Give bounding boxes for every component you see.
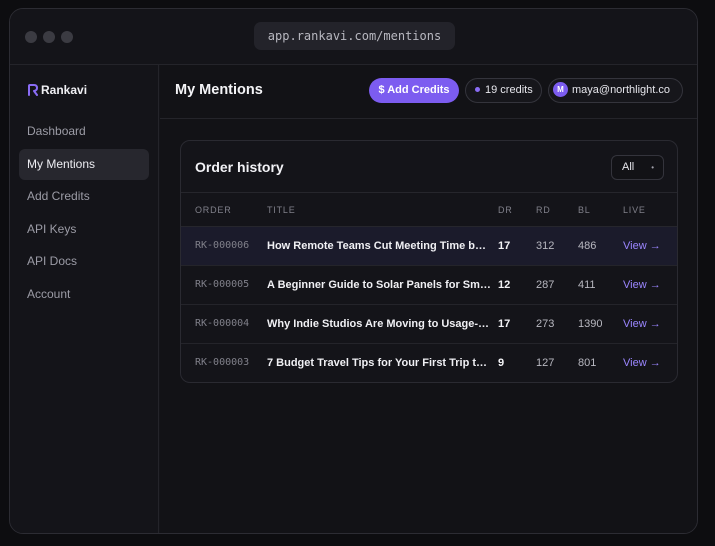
- order-dr: 9: [498, 357, 505, 369]
- app-window: app.rankavi.com/mentions Rankavi Dashboa…: [9, 8, 698, 534]
- table-row[interactable]: RK-000003 7 Budget Travel Tips for Your …: [181, 344, 677, 382]
- user-menu[interactable]: Mmaya@northlight.co: [548, 78, 683, 103]
- order-title: How Remote Teams Cut Meeting Time by Hal…: [267, 240, 491, 252]
- sidebar-item-dashboard[interactable]: Dashboard: [19, 116, 149, 147]
- brand-name: Rankavi: [41, 83, 88, 97]
- column-header-rd: RD: [536, 205, 551, 215]
- rankavi-logo-icon: [28, 84, 38, 96]
- sidebar-item-add-credits[interactable]: Add Credits: [19, 181, 149, 212]
- window-close-dot[interactable]: [25, 31, 37, 43]
- sidebar: Rankavi Dashboard My Mentions Add Credit…: [10, 65, 159, 533]
- orders-table: ORDER TITLE DR RD BL LIVE RK-000006 How …: [181, 192, 677, 382]
- order-id: RK-000005: [195, 279, 250, 290]
- order-bl: 801: [578, 357, 597, 369]
- order-rd: 127: [536, 357, 555, 369]
- sidebar-item-api-keys[interactable]: API Keys: [19, 214, 149, 245]
- column-header-dr: DR: [498, 205, 513, 215]
- order-dr: 12: [498, 279, 511, 291]
- brand-logo[interactable]: Rankavi: [27, 83, 87, 97]
- order-bl: 411: [578, 279, 596, 291]
- order-dr: 17: [498, 318, 511, 330]
- order-id: RK-000003: [195, 357, 250, 368]
- order-history-card: Order history All • ORDER TITLE DR RD BL…: [180, 140, 678, 383]
- credits-dot-icon: [475, 86, 480, 92]
- column-header-bl: BL: [578, 205, 591, 215]
- order-title: Why Indie Studios Are Moving to Usage-Ba…: [267, 318, 491, 330]
- order-bl: 486: [578, 240, 597, 252]
- column-header-live: LIVE: [623, 205, 646, 215]
- order-bl: 1390: [578, 318, 603, 330]
- page-header: My Mentions $ Add Credits 19 credits Mma…: [160, 65, 697, 119]
- order-rd: 312: [536, 240, 555, 252]
- table-row[interactable]: RK-000006 How Remote Teams Cut Meeting T…: [181, 227, 677, 266]
- chevron-down-icon: •: [651, 163, 654, 172]
- order-rd: 287: [536, 279, 555, 291]
- view-live-link[interactable]: View →: [623, 305, 661, 343]
- card-title: Order history: [195, 159, 284, 175]
- view-live-link[interactable]: View →: [623, 344, 661, 382]
- user-email: maya@northlight.co: [572, 84, 670, 96]
- window-minimize-dot[interactable]: [43, 31, 55, 43]
- sidebar-nav: Dashboard My Mentions Add Credits API Ke…: [19, 116, 149, 311]
- column-header-order: ORDER: [195, 205, 232, 215]
- order-rd: 273: [536, 318, 555, 330]
- order-id: RK-000004: [195, 318, 250, 329]
- credits-label: 19 credits: [485, 84, 533, 96]
- sidebar-item-api-docs[interactable]: API Docs: [19, 246, 149, 277]
- table-row[interactable]: RK-000004 Why Indie Studios Are Moving t…: [181, 305, 677, 344]
- filter-value: All: [622, 161, 635, 173]
- sidebar-item-account[interactable]: Account: [19, 279, 149, 310]
- browser-titlebar: app.rankavi.com/mentions: [10, 9, 697, 65]
- view-live-link[interactable]: View →: [623, 266, 661, 304]
- sidebar-item-my-mentions[interactable]: My Mentions: [19, 148, 149, 180]
- order-title: 7 Budget Travel Tips for Your First Trip…: [267, 357, 491, 369]
- column-header-title: TITLE: [267, 205, 296, 215]
- order-dr: 17: [498, 240, 511, 252]
- credits-badge: 19 credits: [465, 78, 542, 103]
- order-id: RK-000006: [195, 240, 250, 251]
- page-title: My Mentions: [175, 82, 263, 98]
- view-live-link[interactable]: View →: [623, 227, 661, 265]
- address-bar[interactable]: app.rankavi.com/mentions: [254, 22, 455, 50]
- order-title: A Beginner Guide to Solar Panels for Sma…: [267, 279, 491, 291]
- status-filter-select[interactable]: All •: [611, 155, 664, 180]
- main-content: My Mentions $ Add Credits 19 credits Mma…: [160, 65, 697, 533]
- table-header: ORDER TITLE DR RD BL LIVE: [181, 192, 677, 227]
- avatar: M: [553, 81, 568, 97]
- window-maximize-dot[interactable]: [61, 31, 73, 43]
- add-credits-button[interactable]: $ Add Credits: [369, 78, 459, 103]
- table-row[interactable]: RK-000005 A Beginner Guide to Solar Pane…: [181, 266, 677, 305]
